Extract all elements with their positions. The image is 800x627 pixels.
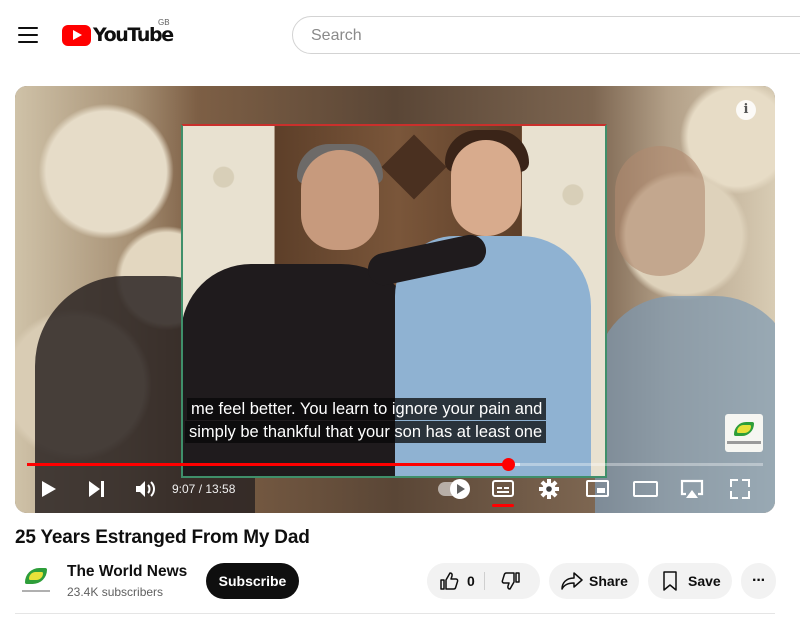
divider <box>15 613 775 614</box>
caption-line-2: simply be thankful that your son has at … <box>185 421 547 443</box>
volume-icon[interactable] <box>135 479 157 499</box>
cast-icon[interactable] <box>679 478 705 500</box>
bookmark-icon <box>662 571 678 591</box>
video-frame-blur-head <box>615 146 705 276</box>
search-input[interactable] <box>309 26 793 46</box>
share-label: Share <box>589 573 628 589</box>
time-total: 13:58 <box>205 482 236 496</box>
thumbs-down-icon <box>501 571 521 591</box>
more-actions-button[interactable]: ··· <box>741 563 776 599</box>
channel-avatar[interactable] <box>18 563 54 599</box>
video-title: 25 Years Estranged From My Dad <box>15 527 310 548</box>
info-icon[interactable]: i <box>736 100 756 120</box>
share-icon <box>561 572 583 590</box>
country-code: GB <box>158 18 170 27</box>
dislike-button[interactable] <box>484 563 540 599</box>
youtube-logo-icon <box>62 24 91 46</box>
theater-mode-icon[interactable] <box>633 481 658 497</box>
subtitles-active-indicator <box>492 504 514 507</box>
next-icon[interactable] <box>89 481 105 497</box>
subscriber-count: 23.4K subscribers <box>67 585 164 599</box>
time-current: 9:07 <box>172 482 196 496</box>
video-player[interactable]: i me feel better. You learn to ignore yo… <box>15 86 775 513</box>
hamburger-menu-icon[interactable] <box>18 27 38 43</box>
logo-text: YouTube <box>93 24 174 46</box>
save-label: Save <box>688 573 721 589</box>
share-button[interactable]: Share <box>549 563 639 599</box>
channel-watermark[interactable] <box>725 414 763 452</box>
time-display: 9:07 / 13:58 <box>172 482 235 496</box>
save-button[interactable]: Save <box>648 563 732 599</box>
gear-icon[interactable] <box>539 479 559 499</box>
subscribe-button[interactable]: Subscribe <box>206 563 299 599</box>
player-controls: 9:07 / 13:58 <box>15 469 775 513</box>
time-separator: / <box>195 482 206 496</box>
thumbs-up-icon <box>439 571 459 591</box>
miniplayer-icon[interactable] <box>586 480 609 497</box>
fullscreen-icon[interactable] <box>730 479 750 499</box>
top-bar: YouTube GB <box>0 0 800 70</box>
like-button[interactable]: 0 <box>427 563 484 599</box>
search-box <box>292 16 800 54</box>
play-icon[interactable] <box>42 481 56 497</box>
progress-bar[interactable] <box>27 458 763 471</box>
channel-name[interactable]: The World News <box>67 563 187 581</box>
captions: me feel better. You learn to ignore your… <box>185 398 615 444</box>
more-icon: ··· <box>752 572 766 589</box>
caption-line-1: me feel better. You learn to ignore your… <box>187 398 547 420</box>
like-count: 0 <box>467 573 475 589</box>
subtitles-icon[interactable] <box>492 480 514 497</box>
progress-played <box>27 463 508 466</box>
youtube-logo[interactable]: YouTube <box>62 24 174 46</box>
autoplay-toggle[interactable] <box>438 479 470 499</box>
